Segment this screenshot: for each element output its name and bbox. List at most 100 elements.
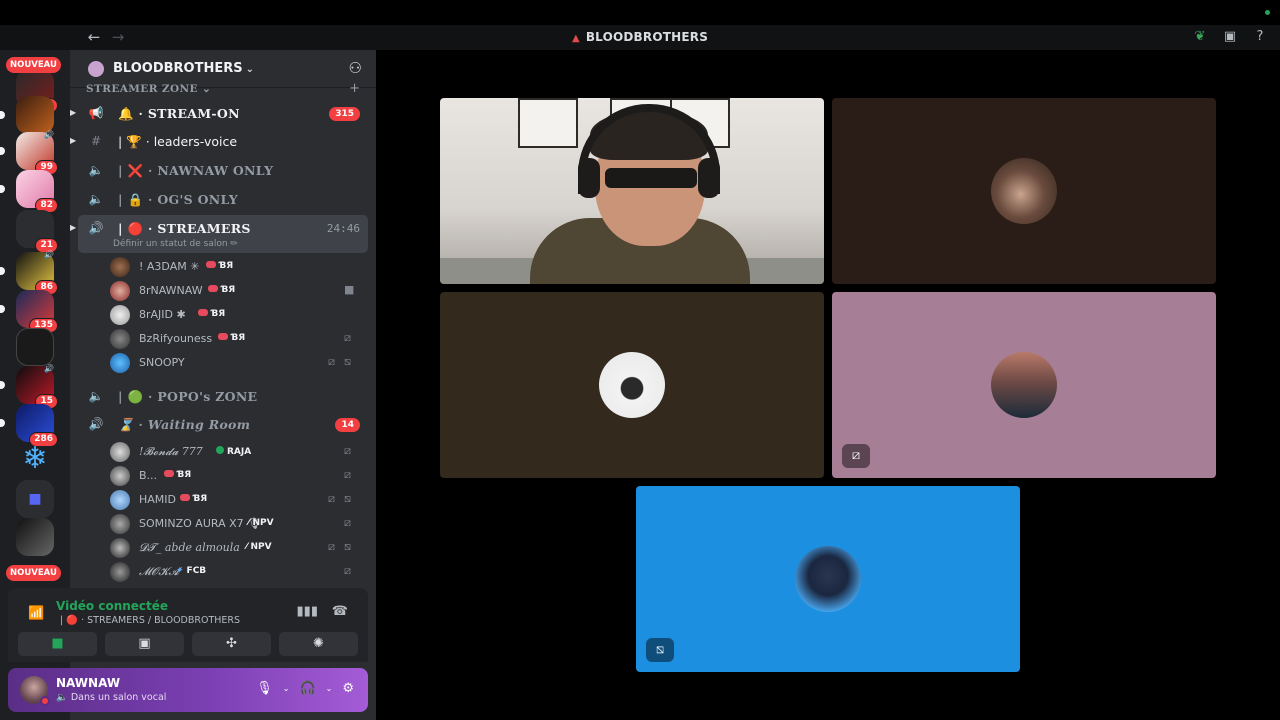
voice-member[interactable]: B... ƁЯ ⧄ bbox=[110, 465, 360, 487]
speaker-icon: 🔊 bbox=[44, 250, 54, 259]
channel-streamers[interactable]: ▶ 🔊 | 🔴 · STREAMERS 24:46 Définir un sta… bbox=[70, 215, 368, 253]
video-tile-participant-5[interactable]: ⧅ bbox=[636, 486, 1020, 672]
channel-nawnaw-only[interactable]: 🔈 | ❌ · NAWNAW ONLY bbox=[78, 157, 368, 185]
voice-member[interactable]: HAMID ƁЯ ⧄ ⧅ bbox=[110, 489, 360, 511]
server-icon-8[interactable] bbox=[16, 328, 54, 366]
muted-mic-icon: ⧄ bbox=[842, 444, 870, 468]
server-tag: ƁЯ bbox=[198, 309, 225, 319]
nitro-leaf-icon[interactable]: ❦ bbox=[1192, 29, 1208, 45]
voice-action-buttons: ■ ▣ ✣ ✺ bbox=[8, 632, 368, 662]
muted-mic-icon: ⧄ bbox=[344, 468, 351, 481]
server-icon-6[interactable]: 🔊 86 bbox=[0, 250, 58, 295]
voice-member[interactable]: ! A3DAM ✳ ƁЯ bbox=[110, 256, 360, 278]
server-icon-7[interactable]: 135 bbox=[0, 290, 58, 333]
new-badge: NOUVEAU bbox=[6, 57, 61, 73]
guild-name: BLOODBROTHERS ⌄ bbox=[113, 61, 254, 76]
inbox-icon[interactable]: ▣ bbox=[1222, 29, 1238, 45]
user-controls: 🎙 ⌄ 🎧 ⌄ ⚙ bbox=[256, 681, 354, 696]
screen-share-button[interactable]: ▣ bbox=[105, 632, 184, 656]
deafened-icon: ⧅ bbox=[344, 492, 351, 505]
presence-dot bbox=[40, 696, 50, 706]
server-icon-4[interactable]: 82 bbox=[0, 170, 58, 213]
video-tile-participant-2[interactable] bbox=[832, 98, 1216, 284]
signal-icon[interactable]: 📶 bbox=[28, 606, 44, 621]
voice-member[interactable]: 𝓜𝓞𝓚𝓐 ✦ FCB ⧄ bbox=[110, 561, 360, 583]
voice-member[interactable]: !𝓑𝓸𝓷𝓭𝓪 777 RAJA ⧄ bbox=[110, 441, 360, 463]
status-dot bbox=[1265, 10, 1270, 15]
video-tile-participant-4[interactable]: ⧄ bbox=[832, 292, 1216, 478]
add-member-icon[interactable]: ⚇ bbox=[349, 59, 362, 77]
window-title: ▲ BLOODBROTHERS bbox=[571, 30, 709, 44]
server-icon-10[interactable]: 286 bbox=[0, 404, 58, 447]
avatar bbox=[599, 352, 665, 418]
server-icon-9[interactable]: 🔊 15 bbox=[0, 364, 58, 409]
chevron-down-icon[interactable]: ⌄ bbox=[326, 684, 333, 693]
title-bar: ← → ▲ BLOODBROTHERS ❦ ▣ ? bbox=[0, 0, 1280, 50]
gear-icon[interactable]: ⚙ bbox=[342, 681, 354, 696]
voice-member[interactable]: SNOOPY ⧄ ⧅ bbox=[110, 352, 360, 374]
server-folder[interactable]: ■ bbox=[16, 480, 54, 518]
headphones-icon[interactable]: 🎧 bbox=[299, 681, 315, 696]
announcement-icon: 📢 bbox=[88, 106, 104, 120]
snowflake-icon: ❄ bbox=[22, 441, 48, 476]
channel-stream-on[interactable]: ▶ 📢 🔔 · STREAM-ON 315 bbox=[70, 100, 368, 128]
channel-popos-zone[interactable]: 🔈 | 🟢 · POPO's ZONE bbox=[78, 383, 368, 411]
video-tile-participant-3[interactable] bbox=[440, 292, 824, 478]
user-panel: NAWNAW 🔈 Dans un salon vocal 🎙 ⌄ 🎧 ⌄ ⚙ bbox=[8, 668, 368, 712]
muted-mic-icon: ⧄ bbox=[328, 355, 335, 368]
camera-button[interactable]: ■ bbox=[18, 632, 97, 656]
microphone-icon[interactable]: 🎙 bbox=[256, 681, 273, 696]
speaker-icon: 🔊 bbox=[44, 130, 54, 139]
avatar bbox=[991, 352, 1057, 418]
server-tag: RAJA bbox=[216, 446, 251, 457]
server-icon-13[interactable] bbox=[16, 518, 54, 556]
channel-ogs-only[interactable]: 🔈 | 🔒 · OG'S ONLY bbox=[78, 186, 368, 214]
voice-locked-icon: 🔈 bbox=[88, 163, 104, 177]
expand-icon: ▶ bbox=[70, 108, 77, 117]
server-icon-gamba[interactable] bbox=[0, 96, 54, 134]
unread-badge: 14 bbox=[335, 418, 360, 432]
category-header[interactable]: STREAMER ZONE ⌄ bbox=[86, 83, 211, 95]
avatar bbox=[110, 329, 130, 349]
server-logo-icon: ▲ bbox=[571, 33, 580, 44]
server-tag: ƁЯ bbox=[180, 494, 207, 504]
new-badge: NOUVEAU bbox=[6, 565, 61, 581]
activities-button[interactable]: ✣ bbox=[192, 632, 271, 656]
chevron-down-icon[interactable]: ⌄ bbox=[283, 684, 290, 693]
voice-location[interactable]: | 🔴 · STREAMERS / BLOODBROTHERS bbox=[60, 615, 240, 626]
server-tag: ƁЯ bbox=[218, 333, 245, 343]
channel-leaders-voice[interactable]: ▶ # | 🏆 · leaders-voice bbox=[70, 128, 368, 156]
avatar bbox=[110, 281, 130, 301]
create-channel-icon[interactable]: + bbox=[349, 81, 360, 96]
disconnect-icon[interactable]: ☎ bbox=[332, 604, 348, 619]
server-icon-5[interactable]: 21 bbox=[16, 210, 58, 253]
video-tile-webcam[interactable] bbox=[440, 98, 824, 284]
server-icon-3[interactable]: 🔊 99 bbox=[0, 130, 58, 175]
voice-status[interactable]: Vidéo connectée bbox=[56, 599, 168, 613]
deafened-icon: ⧅ bbox=[344, 355, 351, 368]
server-icon-snowflake[interactable]: ❄ bbox=[16, 440, 54, 478]
server-tag: ƁЯ bbox=[208, 285, 235, 295]
channel-waiting-room[interactable]: 🔊 ⌛ · Waiting Room 14 bbox=[78, 411, 368, 439]
server-tag: ƁЯ bbox=[164, 470, 191, 480]
avatar bbox=[110, 490, 130, 510]
noise-suppression-icon[interactable]: ▮▮▮ bbox=[297, 604, 318, 619]
soundboard-button[interactable]: ✺ bbox=[279, 632, 358, 656]
folder-icon: ■ bbox=[16, 480, 54, 518]
avatar bbox=[110, 442, 130, 462]
voice-member[interactable]: SOMINZO AURA X7 🎙 ⁄ NPV ⧄ bbox=[110, 513, 360, 535]
voice-member[interactable]: 8rAJID ✱ ƁЯ bbox=[110, 304, 360, 326]
speaker-icon: 🔊 bbox=[44, 364, 54, 373]
wall-frame bbox=[518, 98, 578, 148]
help-icon[interactable]: ? bbox=[1252, 29, 1268, 45]
voice-member[interactable]: 8rNAWNAW ƁЯ ■ bbox=[110, 280, 360, 302]
voice-member[interactable]: 𝓓𝓣_ abde almoula ⁄ NPV ⧄ ⧅ bbox=[110, 537, 360, 559]
chevron-down-icon: ⌄ bbox=[245, 64, 254, 75]
username[interactable]: NAWNAW bbox=[56, 676, 120, 690]
title-actions: ❦ ▣ ? bbox=[1192, 29, 1268, 45]
voice-channel-icon: 🔊 bbox=[88, 417, 104, 431]
set-channel-status[interactable]: Définir un statut de salon ✏ bbox=[113, 239, 238, 249]
voice-member[interactable]: BzRifyouness ƁЯ ⧄ bbox=[110, 328, 360, 350]
avatar bbox=[110, 305, 130, 325]
deafened-icon: ⧅ bbox=[344, 540, 351, 553]
